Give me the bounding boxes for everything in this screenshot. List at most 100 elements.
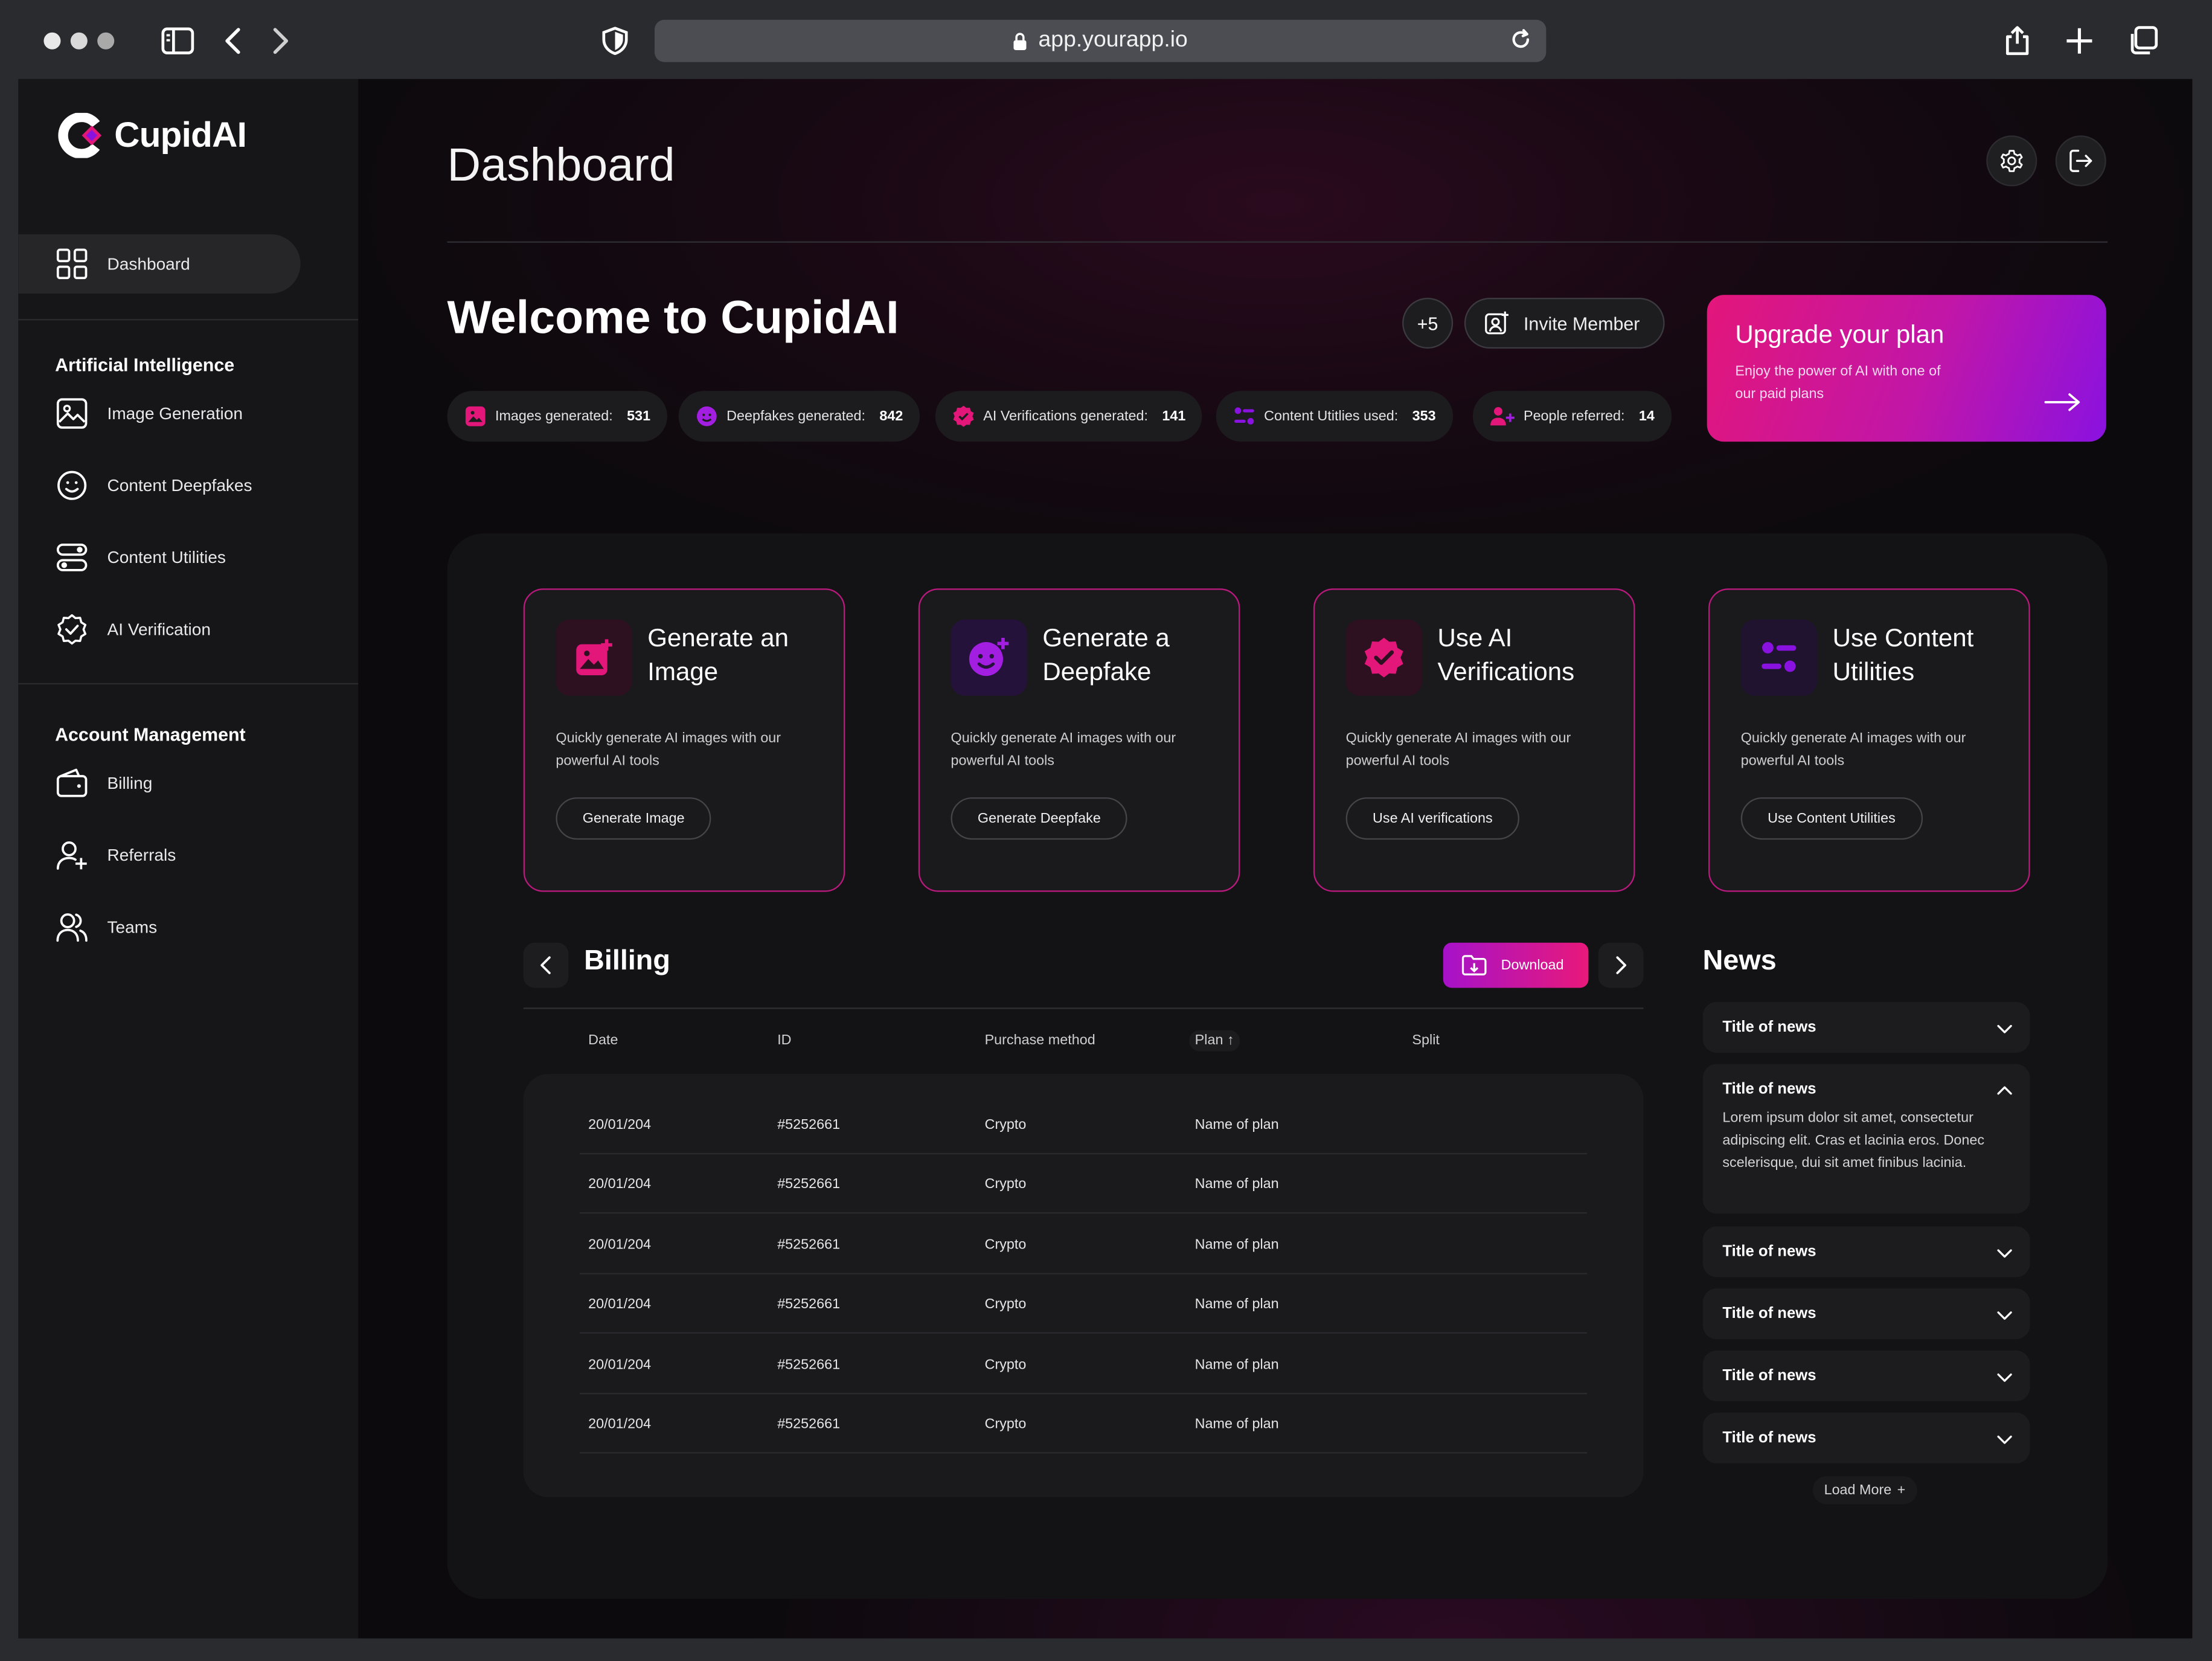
cell-plan: Name of plan bbox=[1194, 1117, 1279, 1134]
url-text: app.yourapp.io bbox=[1038, 28, 1188, 53]
news-item-title: Title of news bbox=[1722, 1081, 1816, 1098]
generate-deepfake-button[interactable]: Generate Deepfake bbox=[951, 797, 1128, 840]
member-count-badge[interactable]: +5 bbox=[1402, 297, 1454, 349]
news-item[interactable]: Title of news bbox=[1702, 1001, 2030, 1053]
cell-id: #5252661 bbox=[777, 1238, 841, 1253]
wallet-icon bbox=[56, 768, 88, 797]
billing-prev-button[interactable] bbox=[523, 942, 569, 988]
sidebar-item-billing[interactable]: Billing bbox=[18, 754, 300, 813]
cell-id: #5252661 bbox=[777, 1117, 841, 1134]
cell-id: #5252661 bbox=[777, 1177, 841, 1193]
share-icon[interactable] bbox=[2003, 22, 2031, 59]
upgrade-plan-card[interactable]: Upgrade your plan Enjoy the power of AI … bbox=[1707, 295, 2106, 442]
download-folder-icon bbox=[1461, 955, 1487, 975]
shield-icon[interactable] bbox=[601, 22, 629, 59]
window-maximize-dot[interactable] bbox=[97, 32, 115, 50]
card-icon-box bbox=[556, 619, 632, 696]
column-header-date[interactable]: Date bbox=[588, 1033, 618, 1049]
card-ai-verifications[interactable]: Use AI Verifications Quickly generate AI… bbox=[1313, 588, 1635, 892]
address-bar[interactable]: app.yourapp.io bbox=[654, 19, 1547, 62]
use-ai-verifications-button[interactable]: Use AI verifications bbox=[1345, 797, 1520, 840]
sidebar-item-dashboard[interactable]: Dashboard bbox=[18, 234, 301, 294]
stat-images: Images generated: 531 bbox=[447, 391, 668, 442]
brand-name: CupidAI bbox=[114, 115, 247, 155]
chevron-down-icon[interactable] bbox=[1996, 1019, 2013, 1044]
download-button[interactable]: Download bbox=[1443, 942, 1589, 988]
table-row[interactable]: 20/01/204 #5252661 Crypto Name of plan bbox=[580, 1095, 1588, 1155]
table-row[interactable]: 20/01/204 #5252661 Crypto Name of plan bbox=[580, 1215, 1588, 1274]
window-close-dot[interactable] bbox=[43, 32, 61, 50]
news-item[interactable]: Title of news bbox=[1702, 1412, 2030, 1463]
cell-plan: Name of plan bbox=[1194, 1238, 1279, 1253]
chevron-down-icon[interactable] bbox=[1996, 1367, 2013, 1393]
cell-method: Crypto bbox=[984, 1416, 1027, 1433]
chevron-down-icon[interactable] bbox=[1996, 1243, 2013, 1268]
invite-member-button[interactable]: Invite Member bbox=[1464, 297, 1665, 349]
forward-icon[interactable] bbox=[268, 22, 293, 59]
card-description: Quickly generate AI images with our powe… bbox=[951, 731, 1176, 769]
table-row[interactable]: 20/01/204 #5252661 Crypto Name of plan bbox=[580, 1335, 1588, 1395]
card-title: Use Content Utilities bbox=[1832, 623, 1974, 686]
window-minimize-dot[interactable] bbox=[70, 32, 88, 50]
stat-value: 141 bbox=[1162, 408, 1186, 425]
sidebar-item-referrals[interactable]: Referrals bbox=[18, 826, 300, 885]
sidebar-toggle-icon[interactable] bbox=[159, 22, 196, 59]
image-icon bbox=[56, 398, 88, 429]
settings-button[interactable] bbox=[1986, 135, 2037, 187]
news-item-expanded[interactable]: Title of news Lorem ipsum dolor sit amet… bbox=[1702, 1064, 2030, 1214]
cell-method: Crypto bbox=[984, 1117, 1027, 1134]
tabs-overview-icon[interactable] bbox=[2126, 22, 2160, 59]
news-item[interactable]: Title of news bbox=[1702, 1350, 2030, 1402]
column-header-plan[interactable]: Plan ↑ bbox=[1189, 1030, 1240, 1052]
stat-content-utilities: Content Utitlies used: 353 bbox=[1216, 391, 1453, 442]
table-row[interactable]: 20/01/204 #5252661 Crypto Name of plan bbox=[580, 1274, 1588, 1334]
column-header-id[interactable]: ID bbox=[777, 1033, 791, 1049]
card-generate-image[interactable]: Generate an Image Quickly generate AI im… bbox=[523, 588, 845, 892]
reload-icon[interactable] bbox=[1510, 28, 1532, 58]
referral-stat-icon bbox=[1490, 407, 1515, 426]
logout-button[interactable] bbox=[2055, 135, 2106, 187]
chevron-down-icon[interactable] bbox=[1996, 1305, 2013, 1331]
load-more-button[interactable]: Load More + bbox=[1812, 1476, 1917, 1505]
back-icon[interactable] bbox=[220, 22, 245, 59]
card-description: Quickly generate AI images with our powe… bbox=[1345, 731, 1571, 769]
arrow-right-icon[interactable] bbox=[2044, 393, 2081, 419]
use-content-utilities-button[interactable]: Use Content Utilities bbox=[1740, 797, 1923, 840]
main-content: Dashboard Welcome to CupidAI +5 Invite M… bbox=[358, 79, 2193, 1639]
card-content-utilities[interactable]: Use Content Utilities Quickly generate A… bbox=[1708, 588, 2030, 892]
chevron-down-icon[interactable] bbox=[1996, 1430, 2013, 1455]
news-item[interactable]: Title of news bbox=[1702, 1288, 2030, 1340]
column-header-split[interactable]: Split bbox=[1412, 1033, 1439, 1049]
sidebar-item-teams[interactable]: Teams bbox=[18, 898, 300, 957]
billing-divider bbox=[523, 1007, 1644, 1009]
gear-icon bbox=[2001, 150, 2023, 172]
news-item-title: Title of news bbox=[1722, 1429, 1816, 1447]
cell-plan: Name of plan bbox=[1194, 1177, 1279, 1193]
column-header-purchase-method[interactable]: Purchase method bbox=[985, 1033, 1095, 1049]
billing-next-button[interactable] bbox=[1598, 942, 1644, 988]
new-tab-icon[interactable] bbox=[2064, 22, 2095, 59]
generate-image-button[interactable]: Generate Image bbox=[556, 797, 712, 840]
card-title: Generate a Deepfake bbox=[1042, 623, 1170, 686]
sidebar-item-content-deepfakes[interactable]: Content Deepfakes bbox=[18, 456, 300, 515]
card-generate-deepfake[interactable]: Generate a Deepfake Quickly generate AI … bbox=[918, 588, 1240, 892]
news-item[interactable]: Title of news bbox=[1702, 1226, 2030, 1277]
cell-id: #5252661 bbox=[777, 1297, 841, 1312]
table-row[interactable]: 20/01/204 #5252661 Crypto Name of plan bbox=[580, 1394, 1588, 1454]
stat-deepfakes: Deepfakes generated: 842 bbox=[678, 391, 920, 442]
image-stat-icon bbox=[465, 406, 486, 426]
chevron-up-icon[interactable] bbox=[1996, 1081, 2013, 1107]
cell-method: Crypto bbox=[984, 1238, 1027, 1253]
sidebar-item-image-generation[interactable]: Image Generation bbox=[18, 384, 300, 443]
table-row[interactable]: 20/01/204 #5252661 Crypto Name of plan bbox=[580, 1154, 1588, 1214]
card-description: Quickly generate AI images with our powe… bbox=[1740, 731, 1966, 769]
toggles-icon bbox=[56, 543, 88, 571]
stat-label: Deepfakes generated: bbox=[726, 408, 865, 425]
card-icon-box bbox=[1740, 619, 1817, 696]
news-item-body: Lorem ipsum dolor sit amet, consectetur … bbox=[1722, 1110, 1985, 1172]
stat-value: 353 bbox=[1412, 408, 1436, 425]
sidebar-item-ai-verification[interactable]: AI Verification bbox=[18, 600, 300, 659]
sidebar-item-content-utilities[interactable]: Content Utilities bbox=[18, 528, 300, 587]
brand-logo[interactable]: CupidAI bbox=[58, 112, 247, 158]
sidebar-item-label: Billing bbox=[107, 773, 153, 794]
